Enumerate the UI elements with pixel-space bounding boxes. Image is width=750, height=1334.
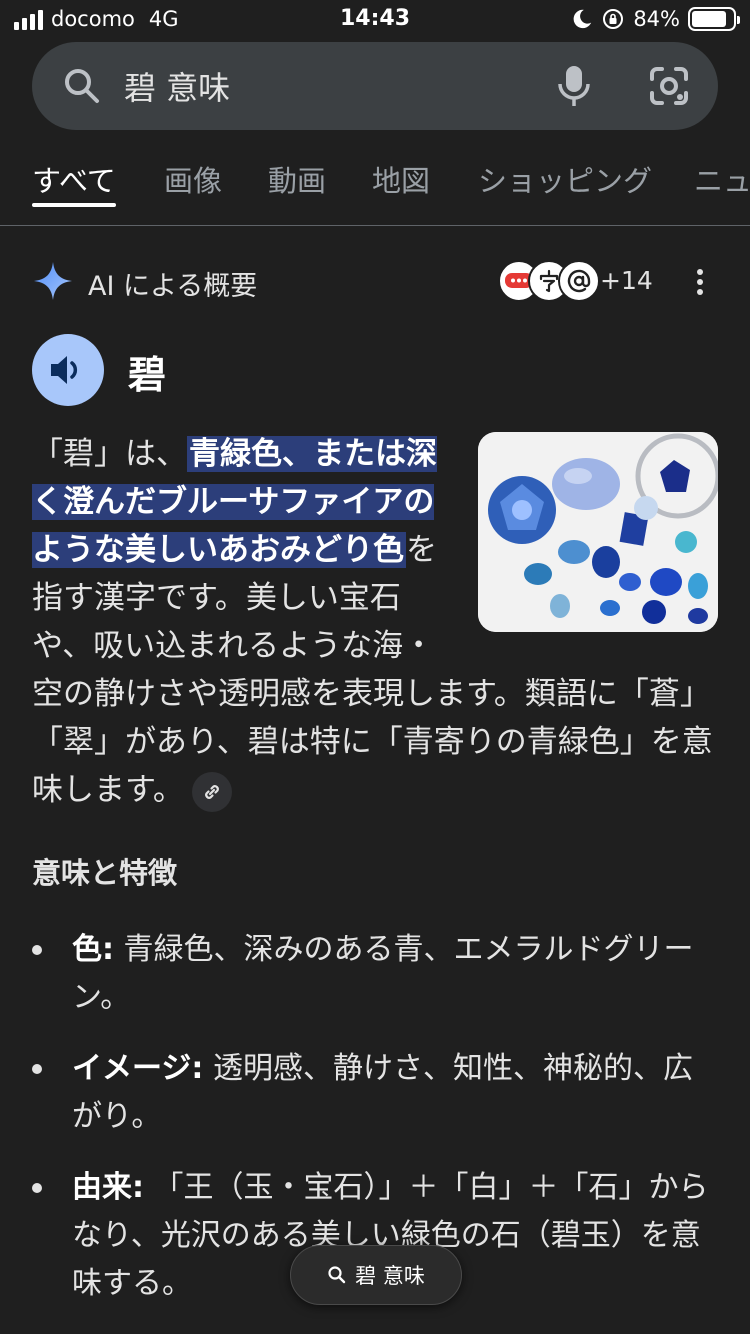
item-label: イメージ: — [72, 1051, 204, 1086]
status-bar: docomo 4G 14:43 84% — [0, 0, 750, 42]
battery-icon — [688, 7, 740, 31]
floating-chip-label: 碧 意味 — [355, 1264, 425, 1288]
ai-overview-title: AI による概要 — [88, 271, 258, 302]
search-icon — [328, 1266, 346, 1284]
gemstone-image[interactable] — [478, 432, 718, 632]
google-lens-icon[interactable] — [648, 65, 690, 107]
item-text: 青緑色、深みのある青、エメラルドグリーン。 — [72, 932, 694, 1015]
ai-overview-header: AI による概要 +14 — [32, 258, 718, 306]
more-sources-count: +14 — [600, 266, 653, 295]
microphone-icon[interactable] — [556, 64, 592, 108]
item-label: 由来: — [72, 1170, 144, 1205]
pronunciation-button[interactable] — [32, 334, 104, 406]
floating-search-chip[interactable]: 碧 意味 — [290, 1245, 462, 1305]
tab-shopping[interactable]: ショッピング — [478, 158, 652, 200]
link-icon — [205, 784, 219, 799]
source-link-button[interactable] — [191, 771, 232, 812]
tab-news[interactable]: ニュ — [694, 158, 750, 200]
search-icon — [65, 69, 99, 103]
description-intro: 「碧」は、 — [32, 436, 187, 472]
tab-all[interactable]: すべて — [32, 158, 116, 200]
section-heading: 意味と特徴 — [32, 856, 178, 890]
search-tabs: すべて 画像 動画 地図 ショッピング ニュ — [0, 150, 750, 226]
entry-word: 碧 — [128, 353, 167, 397]
moon-icon — [573, 9, 592, 29]
list-item: イメージ: 透明感、静けさ、知性、神秘的、広がり。 — [32, 1045, 718, 1141]
list-item: 色: 青緑色、深みのある青、エメラルドグリーン。 — [32, 926, 718, 1022]
active-tab-indicator — [32, 203, 116, 207]
more-options-icon[interactable] — [688, 268, 712, 296]
search-bar[interactable]: 碧 意味 — [32, 42, 718, 130]
tab-maps[interactable]: 地図 — [372, 158, 430, 200]
entry-description: 「碧」は、青緑色、または深く澄んだブルーサファイアのような美しいあおみどり色を指… — [32, 430, 718, 814]
speaker-icon — [51, 356, 78, 384]
search-input[interactable]: 碧 意味 — [124, 63, 556, 109]
tab-videos[interactable]: 動画 — [268, 158, 326, 200]
gemini-sparkle-icon — [34, 262, 72, 300]
rotation-lock-icon — [603, 9, 624, 29]
at-sign-icon — [558, 260, 600, 302]
battery-percent: 84% — [633, 7, 680, 31]
item-label: 色: — [72, 932, 114, 967]
tab-images[interactable]: 画像 — [164, 158, 222, 200]
